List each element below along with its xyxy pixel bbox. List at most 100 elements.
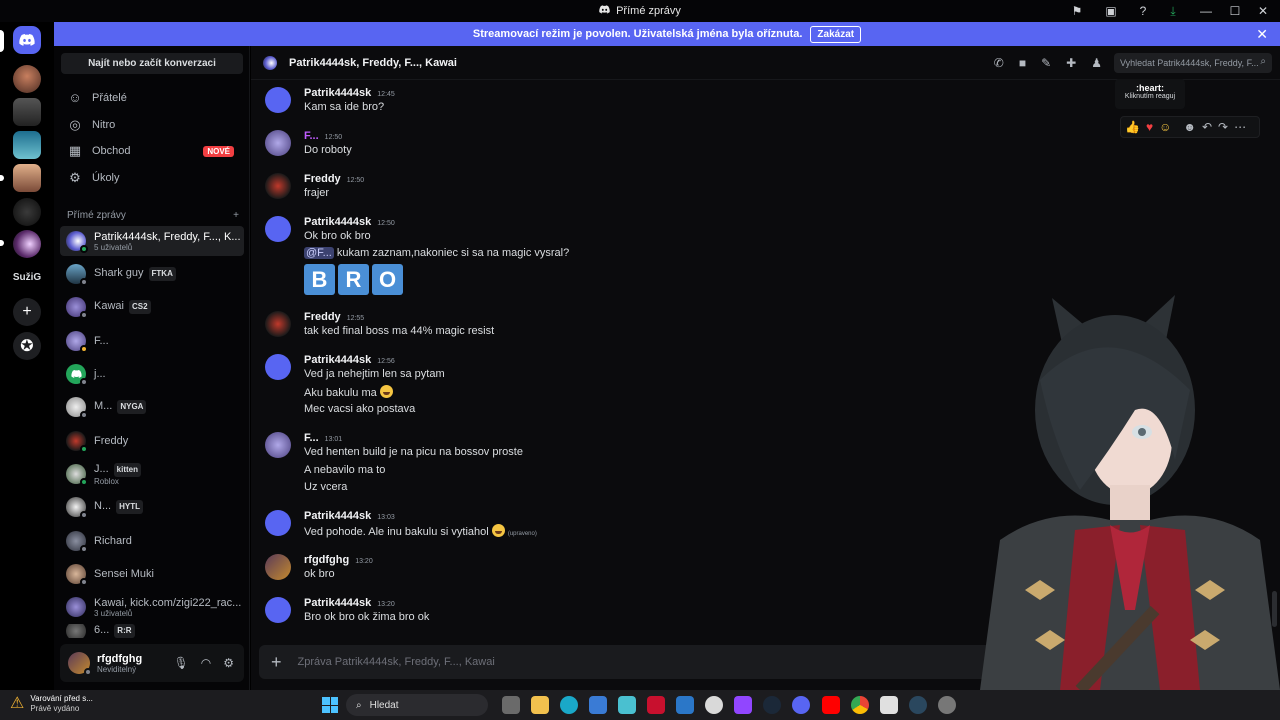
message-author[interactable]: rfgdfghg [304,554,349,566]
avatar[interactable] [265,130,291,156]
add-server-icon[interactable]: + [13,298,41,326]
steam-icon[interactable] [909,696,927,714]
thumbs-up-icon[interactable]: 👍 [1125,120,1140,134]
app-icon[interactable] [705,696,723,714]
dm-item[interactable]: Sensei Muki [60,559,244,589]
server-icon[interactable] [13,65,41,93]
add-friends-icon[interactable]: ✚ [1066,56,1076,70]
members-icon[interactable]: ♟ [1091,56,1102,70]
message-text: Ok bro ok bro [304,230,371,242]
maximize-icon[interactable]: ☐ [1224,4,1246,18]
edge-icon[interactable] [560,696,578,714]
minimize-icon[interactable]: — [1188,4,1224,18]
message-author[interactable]: Patrik4444sk [304,510,371,522]
server-label[interactable]: SužiG [8,272,46,283]
twitch-icon[interactable] [734,696,752,714]
dm-item[interactable]: Kawai, kick.com/zigi222_rac... 3 uživatel… [60,592,244,622]
dm-item[interactable]: Patrik4444sk, Freddy, F..., K... 5 uživat… [60,226,244,256]
message-author[interactable]: Patrik4444sk [304,354,371,366]
avatar[interactable] [265,432,291,458]
dm-item[interactable]: F... [60,326,244,356]
message-author[interactable]: Patrik4444sk [304,87,371,99]
message-author[interactable]: Patrik4444sk [304,597,371,609]
avatar[interactable] [265,173,291,199]
app-icon[interactable] [647,696,665,714]
download-icon[interactable]: ⤓ [1158,4,1188,19]
avatar[interactable] [265,554,291,580]
add-reaction-icon[interactable]: ☻ [1183,120,1196,134]
app-icon[interactable] [618,696,636,714]
task-view-icon[interactable] [502,696,520,714]
youtube-icon[interactable] [822,696,840,714]
pin-icon[interactable]: ✎ [1041,56,1051,70]
server-icon[interactable] [13,198,41,226]
dm-item[interactable]: j... [60,359,244,389]
message-author[interactable]: F... [304,130,319,142]
avatar [66,624,86,638]
avatar[interactable] [265,354,291,380]
more-icon[interactable]: ⋯ [1234,120,1246,134]
dm-item[interactable]: Kawai CS2 [60,292,244,322]
message-author[interactable]: Freddy [304,311,341,323]
find-conversation-button[interactable]: Najít nebo začít konverzaci [61,53,243,74]
message-author[interactable]: Freddy [304,173,341,185]
message-author[interactable]: Patrik4444sk [304,216,371,228]
weather-widget[interactable]: ⚠ Varování před s... Právě vydáno [10,693,93,713]
server-icon[interactable] [13,164,41,192]
headphones-icon[interactable]: ◠ [201,656,211,670]
microphone-icon[interactable]: 🎙 [174,656,189,670]
dm-item[interactable]: Freddy [60,426,244,456]
search-input[interactable]: Vyhledat Patrik4444sk, Freddy, F... ⌕ [1114,53,1272,73]
forward-icon[interactable]: ↷ [1218,120,1228,134]
chrome-icon[interactable] [851,696,869,714]
dm-item[interactable]: 6... R:R [60,624,244,638]
help-icon[interactable]: ? [1128,4,1158,18]
avatar[interactable] [265,510,291,536]
heart-icon[interactable]: ♥ [1146,120,1153,134]
avatar[interactable] [265,87,291,113]
steam-icon[interactable] [763,696,781,714]
reply-icon[interactable]: ↶ [1202,120,1212,134]
dm-item[interactable]: N... HYTL [60,492,244,522]
nav-friends[interactable]: ☺ Přátelé [62,86,244,110]
gear-icon[interactable]: ⚙ [223,656,234,670]
file-explorer-icon[interactable] [531,696,549,714]
nav-shop[interactable]: ▦ Obchod NOVÉ [62,139,244,163]
app-icon[interactable] [676,696,694,714]
avatar[interactable] [265,597,291,623]
close-icon[interactable]: ✕ [1246,4,1280,18]
mention[interactable]: @F... [304,247,334,259]
app-icon[interactable] [938,696,956,714]
message-author[interactable]: F... [304,432,319,444]
video-call-icon[interactable]: ■ [1019,56,1026,70]
store-icon[interactable] [589,696,607,714]
dm-item[interactable]: Richard [60,526,244,556]
avatar[interactable] [265,311,291,337]
avatar[interactable] [265,216,291,242]
warning-icon: ⚠ [10,695,25,712]
discord-icon[interactable] [792,696,810,714]
clan-tag: kitten [113,462,142,477]
server-icon[interactable] [13,98,41,126]
inbox-icon[interactable]: ⚑ [1060,4,1094,18]
avatar[interactable] [68,652,92,676]
explore-icon[interactable]: ✪ [13,332,41,360]
dm-item[interactable]: M... NYGA [60,392,244,422]
voice-call-icon[interactable]: ✆ [994,56,1004,70]
create-dm-icon[interactable]: + [233,210,239,221]
disable-button[interactable]: Zakázat [810,25,862,43]
nav-nitro[interactable]: ◎ Nitro [62,113,244,137]
screen-share-icon[interactable]: ▣ [1094,4,1128,18]
dm-item[interactable]: J... kitten Roblox [60,459,244,489]
nav-quests[interactable]: ⚙ Úkoly [62,166,244,190]
taskbar-search[interactable]: ⌕ Hledat [346,694,488,716]
grin-emoji-icon[interactable]: ☺ [1159,120,1171,134]
home-button[interactable] [13,26,41,54]
app-icon[interactable] [880,696,898,714]
server-icon[interactable] [13,131,41,159]
close-icon[interactable]: ✕ [1256,26,1268,43]
add-attachment-icon[interactable]: + [271,652,282,673]
start-icon[interactable] [322,697,338,713]
dm-item[interactable]: Shark guy FTKA [60,259,244,289]
server-icon[interactable] [13,230,41,258]
